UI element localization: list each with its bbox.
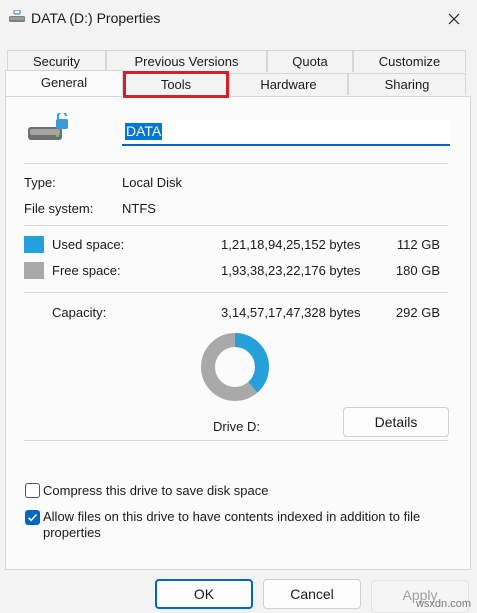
tab-hardware[interactable]: Hardware — [229, 73, 348, 95]
separator — [24, 225, 448, 226]
free-space-swatch — [24, 262, 44, 279]
tools-tab-highlight — [123, 71, 229, 98]
tab-sharing[interactable]: Sharing — [348, 73, 466, 95]
separator — [24, 163, 448, 164]
filesystem-label: File system: — [24, 201, 94, 216]
tab-general[interactable]: General — [5, 70, 123, 96]
tab-security[interactable]: Security — [7, 50, 106, 72]
close-icon — [448, 13, 460, 25]
used-space-label: Used space: — [52, 237, 125, 252]
title-bar: DATA (D:) Properties — [0, 0, 477, 38]
drive-icon — [9, 10, 25, 22]
index-label-line2: properties — [43, 525, 101, 540]
compress-checkbox[interactable] — [25, 483, 40, 498]
drive-name-value: DATA — [125, 123, 163, 140]
window-title: DATA (D:) Properties — [31, 10, 161, 26]
used-space-bytes: 1,21,18,94,25,152 bytes — [221, 237, 361, 252]
index-label-line1: Allow files on this drive to have conten… — [43, 509, 421, 524]
type-value: Local Disk — [122, 175, 182, 190]
checkmark-icon — [27, 513, 38, 522]
type-label: Type: — [24, 175, 56, 190]
cancel-button[interactable]: Cancel — [263, 579, 361, 609]
capacity-size: 292 GB — [395, 305, 440, 320]
tab-customize[interactable]: Customize — [353, 50, 466, 72]
details-button[interactable]: Details — [343, 407, 449, 437]
used-space-swatch — [24, 236, 44, 253]
drive-lock-icon — [28, 113, 68, 140]
index-checkbox[interactable] — [25, 510, 40, 525]
free-space-label: Free space: — [52, 263, 121, 278]
ok-button[interactable]: OK — [155, 579, 253, 609]
capacity-label: Capacity: — [52, 305, 107, 320]
capacity-bytes: 3,14,57,17,47,328 bytes — [221, 305, 361, 320]
drive-name-input[interactable]: DATA — [122, 120, 450, 146]
drive-letter-label: Drive D: — [213, 419, 260, 434]
separator — [24, 440, 448, 441]
disk-usage-donut — [201, 333, 269, 401]
compress-label: Compress this drive to save disk space — [43, 483, 269, 498]
tab-previous-versions[interactable]: Previous Versions — [106, 50, 267, 72]
watermark: wsxdn.com — [415, 598, 471, 610]
close-button[interactable] — [431, 0, 477, 38]
filesystem-value: NTFS — [122, 201, 156, 216]
tab-quota[interactable]: Quota — [267, 50, 353, 72]
free-space-size: 180 GB — [395, 263, 440, 278]
used-space-size: 112 GB — [396, 237, 440, 252]
free-space-bytes: 1,93,38,23,22,176 bytes — [221, 263, 361, 278]
separator — [24, 292, 448, 293]
